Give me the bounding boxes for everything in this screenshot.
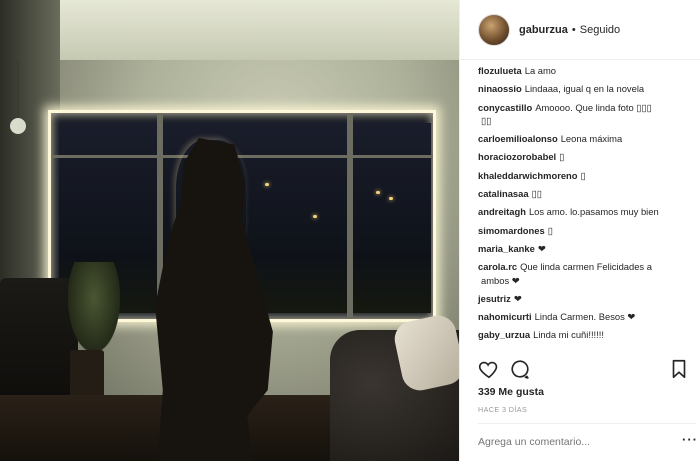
comment-text: La amo xyxy=(524,65,557,76)
add-comment-input[interactable] xyxy=(478,432,674,452)
comment-author[interactable]: flozulueta xyxy=(478,65,522,76)
comment-author[interactable]: maria_kanke xyxy=(478,243,535,254)
post-photo[interactable] xyxy=(0,0,459,461)
comment: ninaossio Lindaaa, igual q en la novela xyxy=(478,80,694,98)
comment-text: ▯ xyxy=(547,224,553,236)
pendant-lamp xyxy=(10,118,26,134)
post-side-panel: gaburzua • Seguido flozulueta La amo nina… xyxy=(459,0,700,461)
comment-text: Linda mi cuñi!!!!!! xyxy=(533,329,604,341)
post-header: gaburzua • Seguido xyxy=(460,0,700,60)
comment-text: ▯▯ xyxy=(531,188,542,200)
comment: andreitagh Los amo. lo.pasamos muy bien xyxy=(478,203,694,221)
comment-author[interactable]: carloemilioalonso xyxy=(478,133,558,144)
comment-text: ambos ❤ xyxy=(481,274,520,286)
plant xyxy=(68,262,120,352)
comment: simomardones ▯ xyxy=(478,222,694,240)
comment-text: ❤ xyxy=(513,292,522,304)
comment: catalinasaa ▯▯ xyxy=(478,185,694,203)
comment-author[interactable]: catalinasaa xyxy=(478,188,529,199)
more-options-icon[interactable]: ··· xyxy=(682,432,698,447)
comment-author[interactable]: khaleddarwichmoreno xyxy=(478,170,578,181)
comment-text: ▯ xyxy=(559,151,565,163)
comment-text: ❤ xyxy=(537,242,546,254)
comment-text: Leona máxima xyxy=(560,133,623,145)
city-light xyxy=(313,215,317,218)
heart-icon[interactable] xyxy=(478,358,500,380)
comment: nahomicurti Linda Carmen. Besos ❤ xyxy=(478,308,694,326)
comment: maria_kanke ❤ xyxy=(478,240,694,258)
comment-author[interactable]: conycastillo xyxy=(478,102,532,113)
window-pane xyxy=(353,123,431,313)
separator-dot: • xyxy=(571,23,576,36)
comment: carloemilioalonso Leona máxima xyxy=(478,130,694,148)
lamp-cord xyxy=(17,60,19,120)
window-mullion xyxy=(347,113,353,319)
likes-count[interactable]: 339 Me gusta xyxy=(478,386,544,398)
comment-author[interactable]: horaciozorobabel xyxy=(478,151,556,162)
avatar[interactable] xyxy=(478,13,510,46)
comment-author[interactable]: nahomicurti xyxy=(478,311,532,322)
comment-text: Los amo. lo.pasamos muy bien xyxy=(528,206,659,218)
comment-author[interactable]: jesutriz xyxy=(478,293,511,304)
city-light xyxy=(389,197,393,200)
post-timestamp[interactable]: HACE 3 DÍAS xyxy=(478,405,527,414)
comment-text: Linda Carmen. Besos ❤ xyxy=(534,311,636,323)
city-light xyxy=(376,191,380,194)
comment: khaleddarwichmoreno ▯ xyxy=(478,167,694,185)
plant-pot xyxy=(70,350,104,398)
action-bar xyxy=(478,358,692,382)
window-mullion xyxy=(51,155,433,158)
comment-author[interactable]: simomardones xyxy=(478,225,545,236)
comment: gaby_urzua Linda mi cuñi!!!!!! xyxy=(478,326,694,344)
ceiling xyxy=(0,0,459,60)
comment-text: Lindaaa, igual q en la novela xyxy=(524,83,645,95)
comment-text: ▯▯ xyxy=(481,114,492,126)
city-light xyxy=(265,183,269,186)
comment-bubble-icon[interactable] xyxy=(509,358,531,380)
comment-text: ▯ xyxy=(580,169,586,181)
comment-author[interactable]: ninaossio xyxy=(478,83,522,94)
comment-author[interactable]: andreitagh xyxy=(478,206,526,217)
bookmark-icon[interactable] xyxy=(668,358,690,380)
post-author-username[interactable]: gaburzua xyxy=(519,24,568,36)
comment-author[interactable]: carola.rc xyxy=(478,261,517,272)
comments-list: flozulueta La amo ninaossio Lindaaa, igual… xyxy=(478,62,694,345)
comment-text: Amoooo. Que linda foto ▯▯▯ xyxy=(535,101,652,113)
divider xyxy=(478,423,696,424)
header-text: gaburzua • Seguido xyxy=(519,24,620,36)
comment: horaciozorobabel ▯ xyxy=(478,148,694,166)
comment-text: Que linda carmen Felicidades a xyxy=(520,261,652,273)
comment-author[interactable]: gaby_urzua xyxy=(478,329,530,340)
comment: flozulueta La amo xyxy=(478,62,694,80)
comment: jesutriz ❤ xyxy=(478,290,694,308)
follow-status[interactable]: Seguido xyxy=(580,24,620,36)
